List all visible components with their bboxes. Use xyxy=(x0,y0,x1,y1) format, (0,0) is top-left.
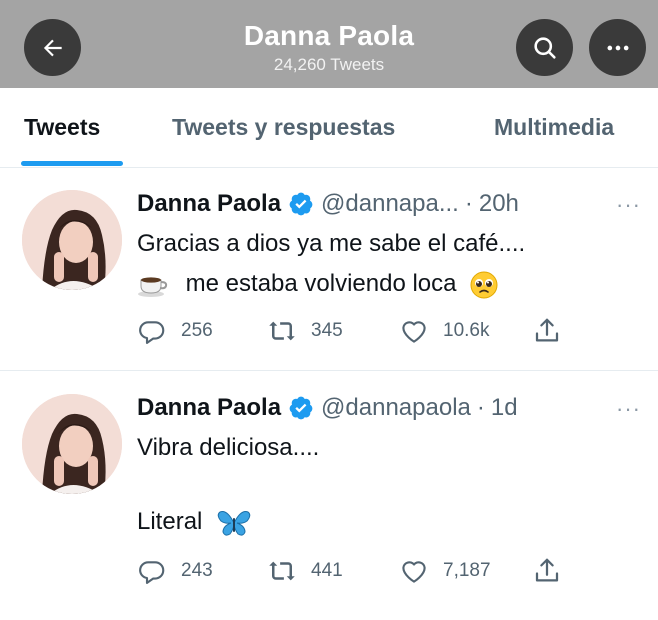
like-count: 7,187 xyxy=(443,560,491,581)
tweet-timestamp[interactable]: 20h xyxy=(479,190,519,218)
tweet-more-button[interactable]: ··· xyxy=(616,192,641,218)
retweet-icon xyxy=(269,561,295,581)
heart-icon xyxy=(402,321,426,343)
reply-button[interactable]: 243 xyxy=(137,556,213,586)
active-tab-indicator xyxy=(21,161,123,166)
verified-badge-icon xyxy=(289,396,313,420)
reply-button[interactable]: 256 xyxy=(137,316,213,346)
search-button[interactable] xyxy=(516,19,573,76)
tweet-actions: 243 441 7,187 xyxy=(137,556,577,586)
tab-multimedia[interactable]: Multimedia xyxy=(494,114,614,141)
tweet-text: Literal xyxy=(137,508,203,535)
share-icon xyxy=(535,558,559,582)
verified-badge-icon xyxy=(289,192,313,216)
reply-count: 243 xyxy=(181,560,213,581)
like-count: 10.6k xyxy=(443,320,490,341)
pleading-face-icon xyxy=(470,271,498,299)
like-button[interactable]: 7,187 xyxy=(399,556,491,586)
profile-header: Danna Paola 24,260 Tweets xyxy=(0,0,658,88)
more-horizontal-icon xyxy=(607,45,628,50)
tweet-timestamp[interactable]: 1d xyxy=(491,394,518,422)
share-icon xyxy=(535,318,559,342)
tweet[interactable]: Danna Paola @dannapaola · 1d ··· Vibra d… xyxy=(0,372,658,620)
reply-count: 256 xyxy=(181,320,213,341)
avatar[interactable] xyxy=(22,394,122,494)
tweet-more-button[interactable]: ··· xyxy=(616,396,641,422)
tweet-text: me estaba volviendo loca xyxy=(185,270,457,298)
retweet-button[interactable]: 345 xyxy=(267,316,343,346)
profile-tabs: Tweets Tweets y respuestas Multimedia xyxy=(0,88,658,168)
heart-icon xyxy=(402,561,426,583)
tab-tweets[interactable]: Tweets xyxy=(24,114,100,141)
retweet-count: 441 xyxy=(311,560,343,581)
separator-dot: · xyxy=(476,394,485,421)
share-button[interactable] xyxy=(532,556,562,586)
user-handle[interactable]: @dannapa... xyxy=(321,190,459,218)
display-name[interactable]: Danna Paola xyxy=(137,394,281,422)
separator-dot: · xyxy=(464,190,473,217)
tweet-text-line: Literal xyxy=(137,508,251,537)
tweet-actions: 256 345 10.6k xyxy=(137,316,577,346)
search-icon xyxy=(533,36,556,59)
like-button[interactable]: 10.6k xyxy=(399,316,489,346)
reply-icon xyxy=(139,561,165,584)
tweet-text-line: Vibra deliciosa.... xyxy=(137,434,320,461)
tab-tweets-y-respuestas[interactable]: Tweets y respuestas xyxy=(172,114,395,141)
retweet-icon xyxy=(269,321,295,341)
retweet-button[interactable]: 441 xyxy=(267,556,343,586)
display-name[interactable]: Danna Paola xyxy=(137,190,281,218)
more-button[interactable] xyxy=(589,19,646,76)
tweet-text-line: Gracias a dios ya me sabe el café.... xyxy=(137,230,526,257)
avatar[interactable] xyxy=(22,190,122,290)
tweet[interactable]: Danna Paola @dannapa... · 20h ··· Gracia… xyxy=(0,168,658,371)
user-handle[interactable]: @dannapaola xyxy=(321,394,471,422)
retweet-count: 345 xyxy=(311,320,343,341)
reply-icon xyxy=(139,321,165,344)
butterfly-icon xyxy=(217,510,251,536)
tweet-text-line: me estaba volviendo loca xyxy=(137,270,499,300)
coffee-cup-icon xyxy=(138,277,168,297)
share-button[interactable] xyxy=(532,316,562,346)
